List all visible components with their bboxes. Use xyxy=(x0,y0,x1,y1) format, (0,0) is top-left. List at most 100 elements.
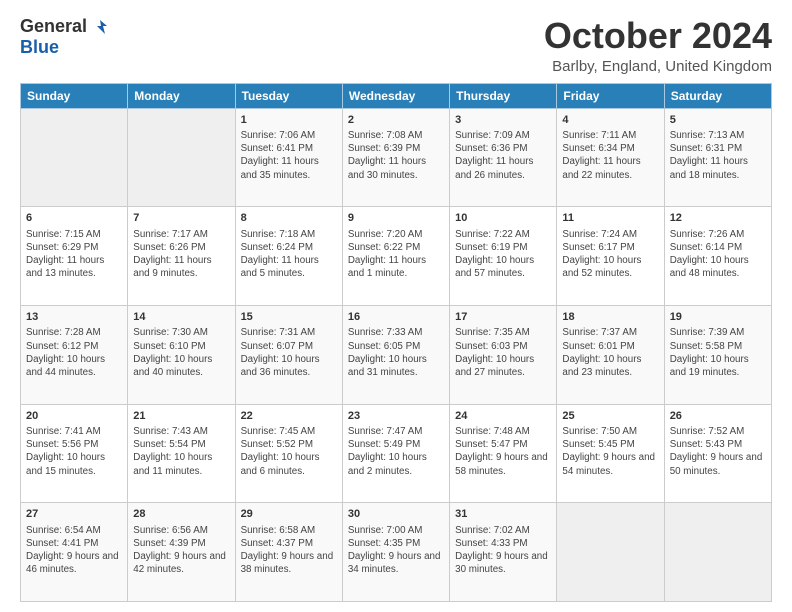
col-sunday: Sunday xyxy=(21,83,128,108)
table-row: 24Sunrise: 7:48 AMSunset: 5:47 PMDayligh… xyxy=(450,404,557,503)
table-row: 10 Sunrise: 7:22 AMSunset: 6:19 PMDayligh… xyxy=(450,207,557,306)
table-row: 18Sunrise: 7:37 AMSunset: 6:01 PMDayligh… xyxy=(557,305,664,404)
calendar-week-row: 13Sunrise: 7:28 AMSunset: 6:12 PMDayligh… xyxy=(21,305,772,404)
header: General Blue October 2024 Barlby, Englan… xyxy=(20,16,772,75)
day-info: Sunrise: 7:11 AMSunset: 6:34 PMDaylight:… xyxy=(562,129,658,182)
title-block: October 2024 Barlby, England, United Kin… xyxy=(544,16,772,75)
logo: General Blue xyxy=(20,16,111,58)
day-info: Sunrise: 7:18 AMSunset: 6:24 PMDaylight:… xyxy=(241,228,337,281)
col-tuesday: Tuesday xyxy=(235,83,342,108)
table-row xyxy=(557,503,664,602)
day-info: Sunrise: 7:08 AMSunset: 6:39 PMDaylight:… xyxy=(348,129,444,182)
calendar-week-row: 6 Sunrise: 7:15 AMSunset: 6:29 PMDaylight… xyxy=(21,207,772,306)
day-info: Sunrise: 7:15 AMSunset: 6:29 PMDaylight:… xyxy=(26,228,122,281)
day-info: Sunrise: 6:56 AMSunset: 4:39 PMDaylight:… xyxy=(133,524,229,577)
table-row: 23Sunrise: 7:47 AMSunset: 5:49 PMDayligh… xyxy=(342,404,449,503)
day-info: Sunrise: 7:00 AMSunset: 4:35 PMDaylight:… xyxy=(348,524,444,577)
table-row: 25Sunrise: 7:50 AMSunset: 5:45 PMDayligh… xyxy=(557,404,664,503)
table-row: 31 Sunrise: 7:02 AMSunset: 4:33 PMDayligh… xyxy=(450,503,557,602)
day-number: 31 xyxy=(455,507,551,522)
calendar-header-row: Sunday Monday Tuesday Wednesday Thursday… xyxy=(21,83,772,108)
day-number: 4 xyxy=(562,113,658,128)
day-number: 5 xyxy=(670,113,766,128)
table-row: 19Sunrise: 7:39 AMSunset: 5:58 PMDayligh… xyxy=(664,305,771,404)
day-number: 27 xyxy=(26,507,122,522)
table-row xyxy=(664,503,771,602)
day-number: 20 xyxy=(26,409,122,424)
day-number: 25 xyxy=(562,409,658,424)
day-number: 11 xyxy=(562,211,658,226)
day-info: Sunrise: 7:06 AMSunset: 6:41 PMDaylight:… xyxy=(241,129,337,182)
day-number: 16 xyxy=(348,310,444,325)
day-number: 10 xyxy=(455,211,551,226)
day-number: 7 xyxy=(133,211,229,226)
day-number: 2 xyxy=(348,113,444,128)
col-thursday: Thursday xyxy=(450,83,557,108)
day-number: 17 xyxy=(455,310,551,325)
table-row: 20Sunrise: 7:41 AMSunset: 5:56 PMDayligh… xyxy=(21,404,128,503)
table-row: 2Sunrise: 7:08 AMSunset: 6:39 PMDaylight… xyxy=(342,108,449,207)
page: General Blue October 2024 Barlby, Englan… xyxy=(0,0,792,612)
day-number: 22 xyxy=(241,409,337,424)
day-info: Sunrise: 7:41 AMSunset: 5:56 PMDaylight:… xyxy=(26,425,122,478)
day-number: 26 xyxy=(670,409,766,424)
day-number: 23 xyxy=(348,409,444,424)
day-info: Sunrise: 7:48 AMSunset: 5:47 PMDaylight:… xyxy=(455,425,551,478)
calendar-week-row: 20Sunrise: 7:41 AMSunset: 5:56 PMDayligh… xyxy=(21,404,772,503)
day-number: 1 xyxy=(241,113,337,128)
day-info: Sunrise: 7:13 AMSunset: 6:31 PMDaylight:… xyxy=(670,129,766,182)
logo-bird-icon xyxy=(89,16,111,38)
day-number: 28 xyxy=(133,507,229,522)
day-info: Sunrise: 7:09 AMSunset: 6:36 PMDaylight:… xyxy=(455,129,551,182)
day-info: Sunrise: 7:33 AMSunset: 6:05 PMDaylight:… xyxy=(348,326,444,379)
table-row: 3Sunrise: 7:09 AMSunset: 6:36 PMDaylight… xyxy=(450,108,557,207)
col-wednesday: Wednesday xyxy=(342,83,449,108)
day-number: 30 xyxy=(348,507,444,522)
table-row: 8 Sunrise: 7:18 AMSunset: 6:24 PMDaylight… xyxy=(235,207,342,306)
calendar-table: Sunday Monday Tuesday Wednesday Thursday… xyxy=(20,83,772,602)
table-row: 12Sunrise: 7:26 AMSunset: 6:14 PMDayligh… xyxy=(664,207,771,306)
day-info: Sunrise: 7:22 AMSunset: 6:19 PMDaylight:… xyxy=(455,228,551,281)
day-info: Sunrise: 6:54 AMSunset: 4:41 PMDaylight:… xyxy=(26,524,122,577)
table-row: 30 Sunrise: 7:00 AMSunset: 4:35 PMDayligh… xyxy=(342,503,449,602)
day-number: 6 xyxy=(26,211,122,226)
col-saturday: Saturday xyxy=(664,83,771,108)
day-info: Sunrise: 7:45 AMSunset: 5:52 PMDaylight:… xyxy=(241,425,337,478)
day-info: Sunrise: 7:26 AMSunset: 6:14 PMDaylight:… xyxy=(670,228,766,281)
table-row: 17Sunrise: 7:35 AMSunset: 6:03 PMDayligh… xyxy=(450,305,557,404)
day-number: 14 xyxy=(133,310,229,325)
day-number: 19 xyxy=(670,310,766,325)
table-row xyxy=(128,108,235,207)
table-row: 28 Sunrise: 6:56 AMSunset: 4:39 PMDayligh… xyxy=(128,503,235,602)
day-info: Sunrise: 7:47 AMSunset: 5:49 PMDaylight:… xyxy=(348,425,444,478)
day-info: Sunrise: 7:02 AMSunset: 4:33 PMDaylight:… xyxy=(455,524,551,577)
table-row xyxy=(21,108,128,207)
table-row: 14Sunrise: 7:30 AMSunset: 6:10 PMDayligh… xyxy=(128,305,235,404)
day-info: Sunrise: 7:35 AMSunset: 6:03 PMDaylight:… xyxy=(455,326,551,379)
col-monday: Monday xyxy=(128,83,235,108)
day-number: 18 xyxy=(562,310,658,325)
table-row: 7 Sunrise: 7:17 AMSunset: 6:26 PMDaylight… xyxy=(128,207,235,306)
col-friday: Friday xyxy=(557,83,664,108)
table-row: 6 Sunrise: 7:15 AMSunset: 6:29 PMDaylight… xyxy=(21,207,128,306)
table-row: 1Sunrise: 7:06 AMSunset: 6:41 PMDaylight… xyxy=(235,108,342,207)
day-info: Sunrise: 7:17 AMSunset: 6:26 PMDaylight:… xyxy=(133,228,229,281)
day-info: Sunrise: 7:28 AMSunset: 6:12 PMDaylight:… xyxy=(26,326,122,379)
table-row: 29Sunrise: 6:58 AMSunset: 4:37 PMDayligh… xyxy=(235,503,342,602)
day-info: Sunrise: 7:20 AMSunset: 6:22 PMDaylight:… xyxy=(348,228,444,281)
calendar-week-row: 27 Sunrise: 6:54 AMSunset: 4:41 PMDayligh… xyxy=(21,503,772,602)
day-info: Sunrise: 6:58 AMSunset: 4:37 PMDaylight:… xyxy=(241,524,337,577)
day-info: Sunrise: 7:43 AMSunset: 5:54 PMDaylight:… xyxy=(133,425,229,478)
day-info: Sunrise: 7:50 AMSunset: 5:45 PMDaylight:… xyxy=(562,425,658,478)
day-number: 3 xyxy=(455,113,551,128)
day-info: Sunrise: 7:30 AMSunset: 6:10 PMDaylight:… xyxy=(133,326,229,379)
logo-blue-text: Blue xyxy=(20,38,59,58)
table-row: 22Sunrise: 7:45 AMSunset: 5:52 PMDayligh… xyxy=(235,404,342,503)
logo-general-text: General xyxy=(20,17,87,37)
table-row: 4Sunrise: 7:11 AMSunset: 6:34 PMDaylight… xyxy=(557,108,664,207)
location: Barlby, England, United Kingdom xyxy=(544,58,772,75)
table-row: 15Sunrise: 7:31 AMSunset: 6:07 PMDayligh… xyxy=(235,305,342,404)
day-info: Sunrise: 7:52 AMSunset: 5:43 PMDaylight:… xyxy=(670,425,766,478)
day-number: 8 xyxy=(241,211,337,226)
table-row: 11Sunrise: 7:24 AMSunset: 6:17 PMDayligh… xyxy=(557,207,664,306)
